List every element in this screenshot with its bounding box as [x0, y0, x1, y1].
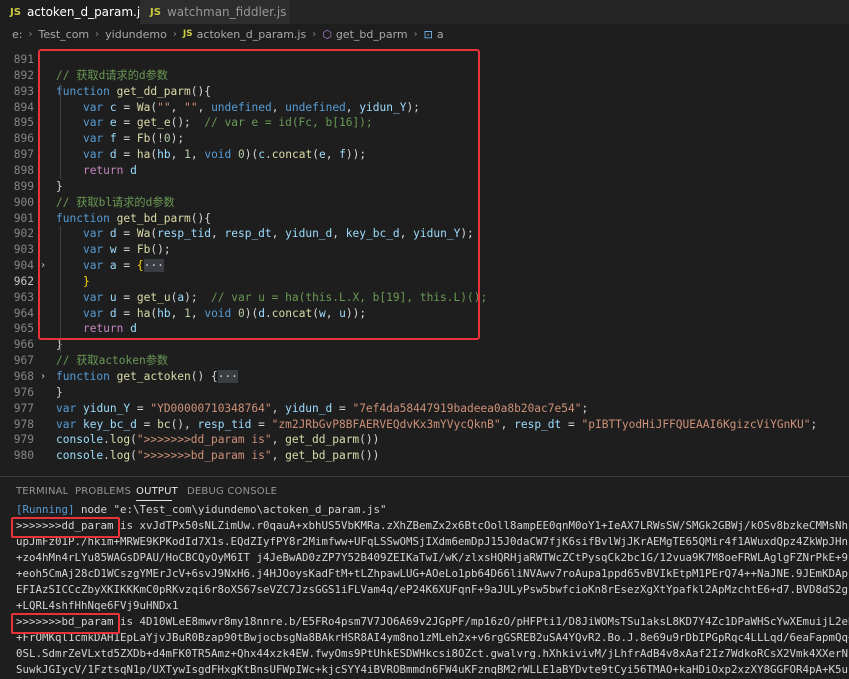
- code-text: function get_actoken() {···: [56, 370, 238, 383]
- code-line[interactable]: 968 › function get_actoken() {···: [0, 369, 849, 385]
- tab-problems[interactable]: PROBLEMS: [75, 486, 131, 497]
- line-number: 979: [13, 433, 34, 447]
- line-number: 892: [13, 68, 34, 82]
- output-line: SuwkJGIycV/1FztsqN1p/UXTywIsgdFHxgKtBnsU…: [16, 663, 849, 676]
- tab-watchman-fiddler[interactable]: JS watchman_fiddler.js: [140, 0, 290, 24]
- function-cube-icon: ⬡: [322, 27, 332, 41]
- output-line: 0SL.SdmrZeVLxtd5ZXDb+d4mFK0TR5Amz+Qhx44x…: [16, 647, 849, 660]
- line-number: 965: [13, 322, 34, 336]
- code-text: console.log(">>>>>>>bd_param is", get_bd…: [56, 449, 380, 463]
- line-number: 967: [13, 354, 34, 368]
- code-line[interactable]: 979 console.log(">>>>>>>dd_param is", get…: [0, 432, 849, 448]
- code-line[interactable]: 977 var yidun_Y = "YD00000710348764", yid…: [0, 401, 849, 417]
- line-number: 966: [13, 338, 34, 352]
- line-number: 962: [13, 274, 34, 288]
- chevron-right-icon: ›: [95, 28, 100, 40]
- annotation-highlight-box: [38, 49, 480, 340]
- breadcrumb: e: › Test_com › yidundemo › JS actoken_d…: [0, 24, 849, 44]
- output-line: +eoh5CmAj28cD1WCszgYMErJcV+6svJ9NxH6.j4H…: [16, 567, 849, 580]
- line-number: 980: [13, 449, 34, 463]
- line-number: 896: [13, 132, 34, 146]
- line-number: 978: [13, 417, 34, 431]
- running-status: [Running]: [16, 503, 75, 516]
- chevron-right-icon: ›: [28, 28, 33, 40]
- chevron-right-icon: ›: [172, 28, 177, 40]
- code-text: // 获取actoken参数: [56, 354, 169, 368]
- code-line[interactable]: 967 // 获取actoken参数: [0, 353, 849, 369]
- breadcrumb-item[interactable]: yidundemo: [105, 28, 167, 41]
- line-number: 901: [13, 211, 34, 225]
- fold-chevron-icon[interactable]: ›: [40, 369, 46, 385]
- code-text: var key_bc_d = bc(), resp_tid = "zm2JRbG…: [56, 417, 818, 431]
- javascript-file-icon: JS: [10, 6, 21, 18]
- line-number: 902: [13, 227, 34, 241]
- code-line[interactable]: 980 console.log(">>>>>>>bd_param is", get…: [0, 448, 849, 464]
- code-line[interactable]: 976}: [0, 385, 849, 401]
- javascript-file-icon: JS: [182, 29, 193, 39]
- line-number: 968: [13, 370, 34, 383]
- line-number: 897: [13, 148, 34, 162]
- output-line: +zo4hMn4rLYu85WAGsDPAU/HoCBCQyOyM6IT j4J…: [16, 551, 849, 564]
- breadcrumb-item[interactable]: actoken_d_param.js: [197, 28, 307, 41]
- breadcrumb-item[interactable]: e:: [12, 28, 22, 41]
- run-command: node "e:\Test_com\yidundemo\actoken_d_pa…: [74, 503, 387, 516]
- tab-debug-console[interactable]: DEBUG CONSOLE: [187, 486, 277, 497]
- line-number: 899: [13, 179, 34, 193]
- line-number: 900: [13, 195, 34, 209]
- code-line[interactable]: 978 var key_bc_d = bc(), resp_tid = "zm2J…: [0, 417, 849, 433]
- line-number: 904: [13, 259, 34, 273]
- chevron-right-icon: ›: [413, 28, 418, 40]
- active-tab-indicator: [136, 500, 172, 501]
- line-number: 964: [13, 306, 34, 320]
- variable-icon: ⊡: [423, 27, 433, 41]
- line-number: 891: [13, 53, 34, 66]
- output-line: >>>>>>>dd_param is xvJdTPx50sNLZimUw.r0q…: [16, 519, 849, 532]
- breadcrumb-item[interactable]: a: [437, 28, 444, 41]
- run-command-line: [Running] node "e:\Test_com\yidundemo\ac…: [16, 502, 387, 518]
- tab-actoken-d-param[interactable]: JS actoken_d_param.js ×: [0, 0, 170, 24]
- line-number: 898: [13, 163, 34, 177]
- output-line: +LQRL4shfHhNqe6FVj9uHNDx1: [16, 599, 179, 612]
- breadcrumb-item[interactable]: get_bd_parm: [336, 28, 408, 41]
- line-number: 977: [13, 401, 34, 415]
- tab-output[interactable]: OUTPUT: [136, 486, 178, 497]
- line-number: 895: [13, 116, 34, 130]
- code-text: }: [56, 385, 63, 399]
- line-number: 963: [13, 290, 34, 304]
- line-number: 903: [13, 243, 34, 257]
- tab-terminal[interactable]: TERMINAL: [16, 486, 68, 497]
- line-number: 976: [13, 385, 34, 399]
- output-line: EFIAzSICCcZbyXKIKKKmC0pRKvzqi6r8oXS67seV…: [16, 583, 849, 596]
- line-number: 893: [13, 84, 34, 98]
- line-number: 894: [13, 100, 34, 114]
- editor-tab-bar: JS actoken_d_param.js × JS watchman_fidd…: [0, 0, 849, 24]
- output-line: upJmFz01P./hkim+MRWE9KPKodId7X1s.EQdZIyf…: [16, 535, 849, 548]
- tab-label: actoken_d_param.js: [26, 5, 147, 19]
- code-text: console.log(">>>>>>>dd_param is", get_dd…: [56, 433, 380, 447]
- output-line: >>>>>>>bd_param is 4D10WLeE8mwvr8my18nnr…: [16, 615, 849, 628]
- tab-label: watchman_fiddler.js: [166, 5, 287, 19]
- output-line: +FrOMKql1cmkDAH1EpLaYjvJBuR0Bzap90tBwjoc…: [16, 631, 849, 644]
- javascript-file-icon: JS: [150, 6, 161, 18]
- code-text: var yidun_Y = "YD00000710348764", yidun_…: [56, 401, 589, 415]
- annotation-highlight-box: [11, 517, 120, 538]
- chevron-right-icon: ›: [312, 28, 317, 40]
- breadcrumb-item[interactable]: Test_com: [38, 28, 89, 41]
- annotation-highlight-box: [11, 613, 120, 634]
